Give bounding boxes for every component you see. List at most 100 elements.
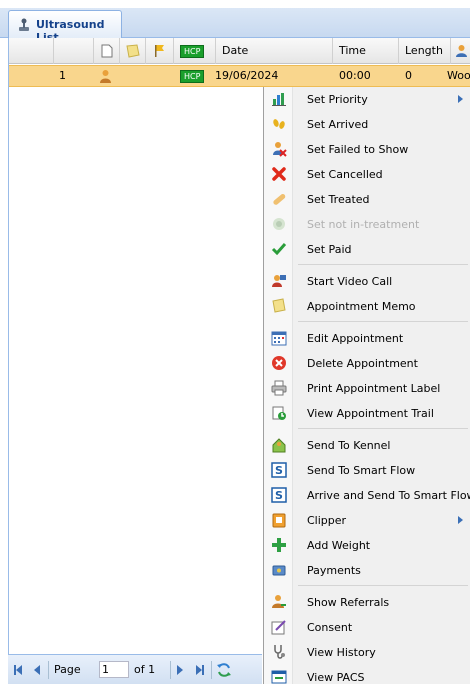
col-length-header[interactable]: Length xyxy=(399,38,451,64)
next-page-icon[interactable] xyxy=(176,664,184,676)
menu-item-view-appointment-trail[interactable]: View Appointment Trail xyxy=(264,401,470,426)
chart-icon xyxy=(272,93,286,106)
col-number-header[interactable] xyxy=(9,38,54,64)
menu-separator xyxy=(298,264,468,265)
submenu-arrow-icon xyxy=(458,95,463,103)
row-length: 0 xyxy=(405,69,412,82)
history-icon xyxy=(274,645,285,659)
red-x-icon xyxy=(272,167,286,181)
svg-text:S: S xyxy=(275,464,283,477)
menu-item-label: Set Paid xyxy=(307,243,352,256)
col-flag-header[interactable] xyxy=(146,38,174,64)
tab-ultrasound-list[interactable]: Ultrasound List xyxy=(8,10,122,44)
menu-item-label: Add Weight xyxy=(307,539,371,552)
bandage-icon xyxy=(273,193,286,205)
col-client-header[interactable] xyxy=(451,38,470,64)
menu-item-label: Set Arrived xyxy=(307,118,369,131)
smart-flow-icon: S xyxy=(271,487,287,503)
menu-item-label: Edit Appointment xyxy=(307,332,404,345)
plus-icon xyxy=(272,538,286,552)
menu-item-arrive-and-send-to-smart-flow[interactable]: S Arrive and Send To Smart Flow xyxy=(264,483,470,508)
menu-item-set-treated[interactable]: Set Treated xyxy=(264,187,470,212)
menu-item-label: Set Cancelled xyxy=(307,168,383,181)
menu-item-set-arrived[interactable]: Set Arrived xyxy=(264,112,470,137)
row-number: 1 xyxy=(59,69,66,82)
printer-icon xyxy=(271,380,287,396)
submenu-arrow-icon xyxy=(458,516,463,524)
menu-item-set-cancelled[interactable]: Set Cancelled xyxy=(264,162,470,187)
col-memo-header[interactable] xyxy=(120,38,146,64)
menu-item-label: Delete Appointment xyxy=(307,357,418,370)
col-time-label: Time xyxy=(339,44,366,57)
kennel-icon xyxy=(272,438,286,453)
menu-item-label: View History xyxy=(307,646,376,659)
person-cross-icon xyxy=(273,142,287,157)
menu-item-add-weight[interactable]: Add Weight xyxy=(264,533,470,558)
joystick-icon xyxy=(19,18,29,31)
menu-item-label: Clipper xyxy=(307,514,347,527)
check-icon xyxy=(271,243,287,256)
menu-item-label: Set Treated xyxy=(307,193,370,206)
owner-icon xyxy=(100,70,111,83)
clipper-icon xyxy=(272,513,286,528)
menu-item-send-to-kennel[interactable]: Send To Kennel xyxy=(264,433,470,458)
menu-item-consent[interactable]: Consent xyxy=(264,615,470,640)
menu-item-send-to-smart-flow[interactable]: S Send To Smart Flow xyxy=(264,458,470,483)
memo-icon xyxy=(272,298,286,313)
menu-item-label: Arrive and Send To Smart Flow xyxy=(307,489,470,502)
referrals-icon xyxy=(272,595,286,608)
pager-toolbar: Page of 1 xyxy=(8,654,262,684)
tab-strip: Ultrasound List xyxy=(0,0,470,44)
menu-item-label: View PACS xyxy=(307,671,365,684)
first-page-icon[interactable] xyxy=(13,664,23,676)
col-hcp-header[interactable]: HCP xyxy=(174,38,216,64)
consent-icon xyxy=(271,620,286,635)
previous-page-icon[interactable] xyxy=(33,664,41,676)
menu-item-appointment-memo[interactable]: Appointment Memo xyxy=(264,294,470,319)
page-of-label: of 1 xyxy=(134,663,156,676)
calendar-icon xyxy=(271,331,287,346)
menu-item-label: Set not in-treatment xyxy=(307,218,420,231)
menu-item-clipper[interactable]: Clipper xyxy=(264,508,470,533)
menu-item-show-referrals[interactable]: Show Referrals xyxy=(264,590,470,615)
hcp-badge: HCP xyxy=(180,45,205,58)
pager-separator xyxy=(170,661,171,679)
video-call-icon xyxy=(272,275,286,287)
menu-item-print-appointment-label[interactable]: Print Appointment Label xyxy=(264,376,470,401)
row-hcp-badge: HCP xyxy=(180,70,205,83)
page-input[interactable] xyxy=(99,661,129,678)
smart-flow-icon: S xyxy=(271,462,287,478)
pacs-icon xyxy=(271,670,287,684)
footprints-icon xyxy=(273,119,285,129)
col-document-header[interactable] xyxy=(94,38,120,64)
menu-item-edit-appointment[interactable]: Edit Appointment xyxy=(264,326,470,351)
row-client: Wooc xyxy=(447,69,470,82)
menu-item-set-priority[interactable]: Set Priority xyxy=(264,87,470,112)
menu-item-label: Show Referrals xyxy=(307,596,390,609)
menu-item-view-pacs[interactable]: View PACS xyxy=(264,665,470,684)
refresh-icon[interactable] xyxy=(216,662,232,678)
col-date-header[interactable]: Date xyxy=(216,38,333,64)
menu-item-delete-appointment[interactable]: Delete Appointment xyxy=(264,351,470,376)
last-page-icon[interactable] xyxy=(195,664,205,676)
table-row[interactable]: 1 HCP 19/06/2024 00:00 0 Wooc xyxy=(9,65,470,87)
menu-item-label: Set Failed to Show xyxy=(307,143,409,156)
menu-item-label: Set Priority xyxy=(307,93,368,106)
menu-item-start-video-call[interactable]: Start Video Call xyxy=(264,269,470,294)
menu-item-set-paid[interactable]: Set Paid xyxy=(264,237,470,262)
menu-item-payments[interactable]: Payments xyxy=(264,558,470,583)
menu-item-set-not-in-treatment: Set not in-treatment xyxy=(264,212,470,237)
menu-item-label: Payments xyxy=(307,564,361,577)
pager-separator xyxy=(211,661,212,679)
menu-item-set-failed-to-show[interactable]: Set Failed to Show xyxy=(264,137,470,162)
menu-item-label: Start Video Call xyxy=(307,275,393,288)
menu-item-label: View Appointment Trail xyxy=(307,407,434,420)
menu-item-view-history[interactable]: View History xyxy=(264,640,470,665)
payments-icon xyxy=(272,565,286,576)
menu-item-label: Send To Smart Flow xyxy=(307,464,416,477)
menu-item-label: Appointment Memo xyxy=(307,300,416,313)
pager-separator xyxy=(48,661,49,679)
menu-item-label: Print Appointment Label xyxy=(307,382,441,395)
col-owner-header[interactable] xyxy=(54,38,94,64)
col-time-header[interactable]: Time xyxy=(333,38,399,64)
